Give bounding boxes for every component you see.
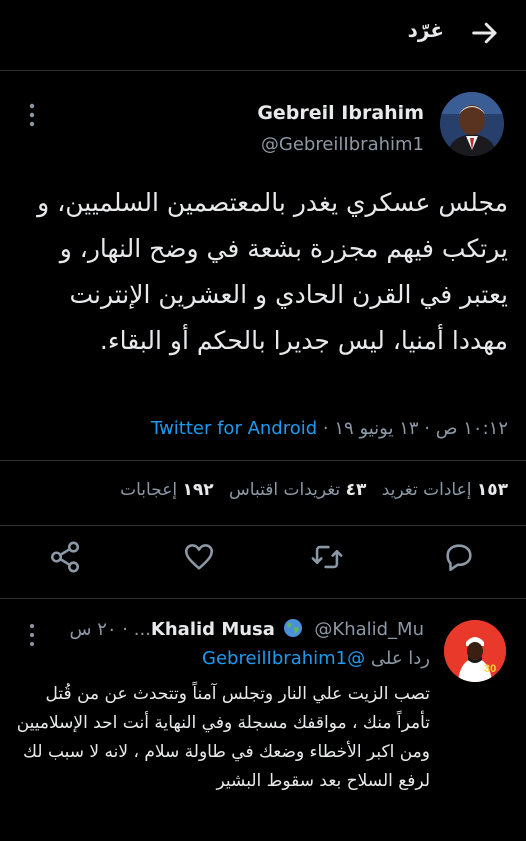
reply-to-line: ردا على @GebreilIbrahim1 — [202, 648, 430, 669]
reply-to-label: ردا على — [370, 648, 430, 669]
retweets-stat[interactable]: ١٥٣ إعادات تغريد — [382, 480, 508, 500]
likes-stat[interactable]: ١٩٢ إعجابات — [120, 480, 213, 500]
tweet-text: مجلس عسكري يغدر بالمعتصمين السلميين، و ي… — [37, 188, 508, 355]
reply-to-mention[interactable]: @GebreilIbrahim1 — [202, 648, 365, 669]
quotes-count: ٤٣ — [345, 480, 367, 500]
reply-text: تصب الزيت علي النار وتجلس آمناً وتتحدث ع… — [16, 684, 430, 791]
divider — [0, 525, 526, 526]
more-options-icon[interactable] — [20, 100, 44, 130]
page-title: غرّد — [407, 18, 444, 42]
author-name[interactable]: Gebreil Ibrahim — [257, 102, 424, 124]
likes-count: ١٩٢ — [182, 480, 214, 500]
more-options-icon[interactable] — [20, 622, 44, 648]
share-icon[interactable] — [48, 540, 82, 574]
arrow-right-icon[interactable] — [470, 18, 500, 48]
reply-time: ٢٠ س — [69, 619, 117, 640]
separator: · — [322, 418, 329, 439]
action-bar — [0, 540, 526, 580]
divider — [0, 598, 526, 599]
reply-avatar-badge: 30 — [484, 663, 496, 675]
reply-header: Khalid Musa @Khalid_Mu... · ٢٠ س — [70, 618, 431, 640]
divider — [0, 70, 526, 71]
globe-icon — [283, 619, 302, 637]
separator: · — [424, 418, 431, 439]
avatar[interactable] — [440, 92, 504, 156]
retweets-count: ١٥٣ — [476, 480, 508, 500]
tweet-date: ١٣ يونيو ١٩ — [334, 418, 419, 439]
likes-label: إعجابات — [120, 480, 178, 500]
like-icon[interactable] — [182, 540, 216, 574]
divider — [0, 460, 526, 461]
author-handle[interactable]: @GebreilIbrahim1 — [261, 134, 424, 155]
top-bar: غرّد — [0, 0, 526, 70]
separator: · — [122, 619, 129, 640]
tweet-time: ١٠:١٢ ص — [435, 418, 508, 439]
retweet-icon[interactable] — [310, 540, 344, 574]
author-photo — [440, 92, 504, 156]
quotes-stat[interactable]: ٤٣ تغريدات اقتباس — [229, 480, 366, 500]
reply-avatar[interactable]: 30 — [444, 620, 506, 682]
tweet-meta: ١٠:١٢ ص · ١٣ يونيو ١٩ · Twitter for Andr… — [151, 418, 508, 439]
quotes-label: تغريدات اقتباس — [229, 480, 341, 500]
tweet-stats: ١٥٣ إعادات تغريد ٤٣ تغريدات اقتباس ١٩٢ إ… — [110, 480, 508, 500]
reply-avatar-image: 30 — [444, 620, 506, 682]
tweet-source[interactable]: Twitter for Android — [151, 418, 317, 439]
reply-author-name[interactable]: Khalid Musa — [151, 619, 275, 640]
reply-icon[interactable] — [442, 540, 476, 574]
retweets-label: إعادات تغريد — [381, 480, 472, 500]
